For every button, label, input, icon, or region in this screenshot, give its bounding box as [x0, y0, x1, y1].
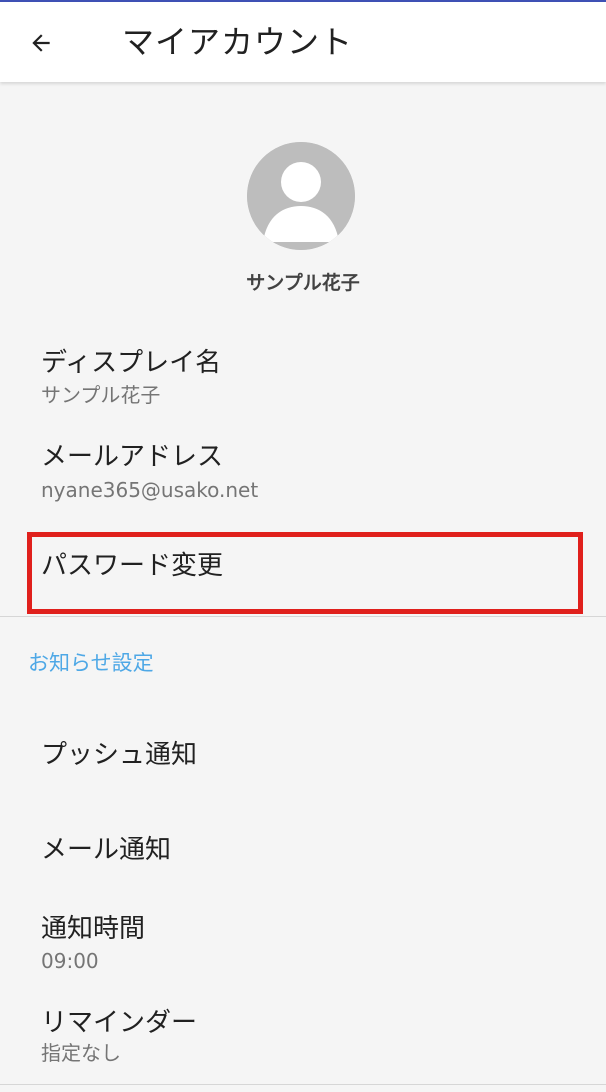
email-label: メールアドレス [41, 442, 224, 472]
default-user-avatar-icon [247, 142, 355, 250]
page-title: マイアカウント [122, 23, 354, 61]
display-name-value: サンプル花子 [41, 383, 161, 407]
bottom-divider [0, 1084, 606, 1085]
display-name-label: ディスプレイ名 [41, 348, 222, 378]
notification-time-label: 通知時間 [41, 914, 146, 944]
app-bar: マイアカウント [0, 2, 606, 82]
notification-settings-header: お知らせ設定 [28, 651, 154, 675]
notification-time-item[interactable]: 通知時間 09:00 [0, 912, 606, 982]
reminder-item[interactable]: リマインダー 指定なし [0, 1006, 606, 1072]
change-password-item[interactable]: パスワード変更 [0, 532, 606, 614]
mail-notification-label: メール通知 [41, 835, 172, 865]
profile-section: サンプル花子 [0, 142, 606, 302]
notification-time-value: 09:00 [41, 949, 99, 973]
avatar[interactable] [247, 142, 355, 250]
arrow-left-icon [32, 34, 50, 52]
email-item[interactable]: メールアドレス nyane365@usako.net [0, 440, 606, 510]
mail-notification-item[interactable]: メール通知 [0, 814, 606, 894]
email-value: nyane365@usako.net [41, 478, 259, 502]
change-password-label: パスワード変更 [41, 551, 224, 581]
push-notification-label: プッシュ通知 [41, 740, 198, 770]
reminder-value: 指定なし [41, 1041, 121, 1065]
display-name-item[interactable]: ディスプレイ名 サンプル花子 [0, 346, 606, 416]
reminder-label: リマインダー [41, 1008, 198, 1038]
push-notification-item[interactable]: プッシュ通知 [0, 720, 606, 800]
section-divider [0, 616, 606, 617]
back-button[interactable] [18, 20, 64, 66]
profile-name: サンプル花子 [246, 272, 360, 294]
